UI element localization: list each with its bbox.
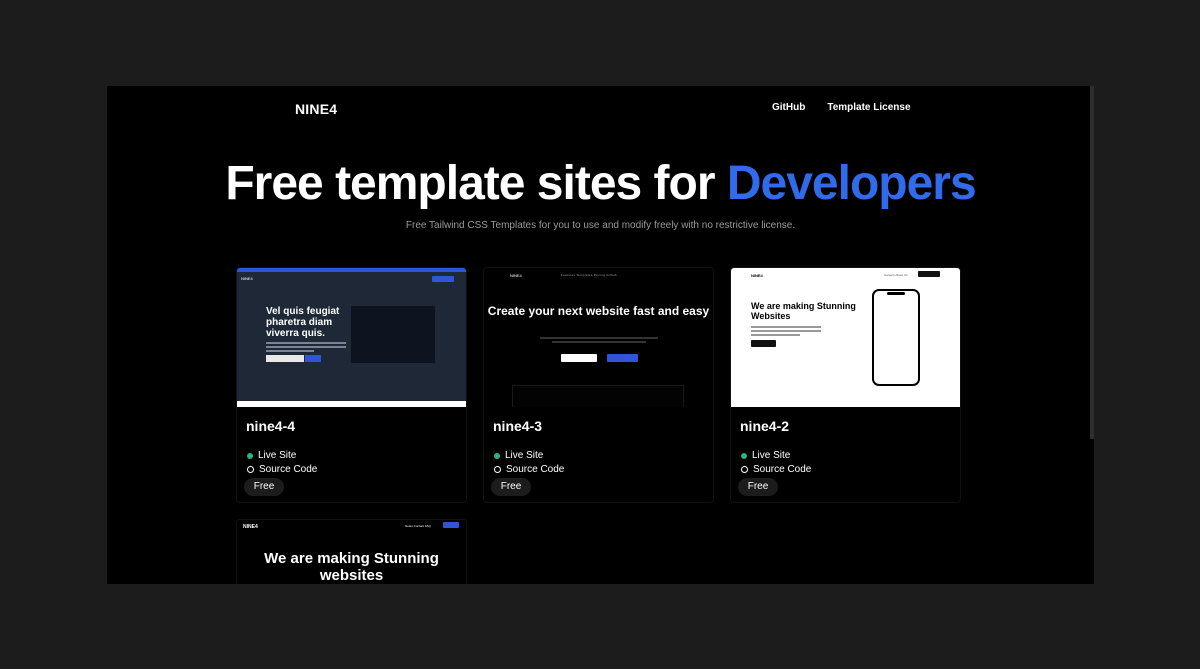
- thumb-image-placeholder: [351, 306, 435, 363]
- source-code-link[interactable]: Source Code: [247, 464, 317, 475]
- thumb-logo: NINE4: [243, 524, 258, 530]
- thumb-input: [266, 355, 304, 362]
- thumb-headline: Vel quis feugiat pharetra diam viverra q…: [266, 306, 340, 339]
- thumb-nav-button: [918, 271, 940, 277]
- card-title: nine4-2: [740, 418, 790, 434]
- source-code-label: Source Code: [506, 464, 565, 475]
- thumb-logo: NINE4: [510, 273, 522, 278]
- template-card-nine4-4[interactable]: NINE4 Vel quis feugiat pharetra diam viv…: [236, 267, 467, 503]
- github-icon: [741, 466, 748, 473]
- thumb-headline: We are making Stunning Websites: [751, 301, 856, 321]
- source-code-label: Source Code: [259, 464, 318, 475]
- template-card-nine4-3[interactable]: NINE4 Features Templates Pricing Github …: [483, 267, 714, 503]
- hero-title: Free template sites for Developers: [107, 156, 1094, 212]
- hero-title-text: Free template sites for: [225, 157, 727, 210]
- live-status-dot-icon: [247, 452, 253, 459]
- nav-github-link[interactable]: GitHub: [772, 102, 805, 113]
- thumb-input-button: [305, 355, 321, 362]
- thumb-nav: Features Templates Pricing Github: [561, 273, 617, 277]
- price-badge: Free: [491, 478, 531, 496]
- card-title: nine4-3: [493, 418, 543, 434]
- live-site-label: Live Site: [505, 450, 544, 461]
- thumb-nav-button: [443, 522, 459, 528]
- thumb-banner: [237, 268, 466, 272]
- phone-notch: [887, 292, 905, 295]
- hero-title-accent: Developers: [726, 157, 977, 210]
- thumb-preview-frame: [512, 385, 684, 407]
- template-thumbnail[interactable]: NINE4 Notes Contact FAQ We are making St…: [237, 520, 466, 584]
- template-thumbnail[interactable]: NINE4 Careers About Us We are making Stu…: [731, 268, 960, 407]
- nav-template-license-link[interactable]: Template License: [827, 102, 910, 113]
- price-badge: Free: [244, 478, 284, 496]
- thumb-paragraph: [751, 326, 821, 338]
- live-site-label: Live Site: [258, 450, 297, 461]
- thumb-headline: Create your next website fast and easy: [487, 304, 710, 318]
- phone-mockup: [872, 289, 920, 386]
- thumb-logo: NINE4: [241, 276, 253, 281]
- live-status-dot-icon: [741, 452, 747, 459]
- template-thumbnail[interactable]: NINE4 Features Templates Pricing Github …: [484, 268, 713, 407]
- live-site-label: Live Site: [752, 450, 791, 461]
- thumb-button-primary: [561, 354, 597, 362]
- browser-viewport: NINE4 GitHub Template License Free templ…: [107, 86, 1094, 584]
- site-logo[interactable]: NINE4: [295, 101, 337, 117]
- thumb-nav: Notes Contact FAQ: [405, 524, 431, 528]
- card-title: nine4-4: [246, 418, 296, 434]
- source-code-link[interactable]: Source Code: [741, 464, 811, 475]
- thumb-headline: We are making Stunning websites: [264, 550, 439, 584]
- thumb-bottom-strip: [237, 401, 466, 407]
- source-code-link[interactable]: Source Code: [494, 464, 564, 475]
- hero-subtitle: Free Tailwind CSS Templates for you to u…: [405, 220, 796, 231]
- live-site-link[interactable]: Live Site: [741, 450, 790, 461]
- price-badge: Free: [738, 478, 778, 496]
- thumb-nav: Careers About Us: [884, 273, 908, 277]
- source-code-label: Source Code: [753, 464, 812, 475]
- template-thumbnail[interactable]: NINE4 Vel quis feugiat pharetra diam viv…: [237, 268, 466, 407]
- live-site-link[interactable]: Live Site: [494, 450, 543, 461]
- live-site-link[interactable]: Live Site: [247, 450, 296, 461]
- thumb-paragraph: [266, 342, 346, 352]
- thumb-button: [751, 340, 776, 347]
- template-card-nine4-2[interactable]: NINE4 Careers About Us We are making Stu…: [730, 267, 961, 503]
- template-card-4[interactable]: NINE4 Notes Contact FAQ We are making St…: [236, 519, 467, 584]
- thumb-paragraph: [540, 337, 658, 345]
- scrollbar[interactable]: [1090, 86, 1094, 439]
- thumb-logo: NINE4: [751, 273, 763, 278]
- thumb-button-secondary: [607, 354, 638, 362]
- github-icon: [494, 466, 501, 473]
- live-status-dot-icon: [494, 452, 500, 459]
- github-icon: [247, 466, 254, 473]
- thumb-button: [432, 276, 454, 282]
- top-nav: GitHub Template License: [772, 102, 911, 113]
